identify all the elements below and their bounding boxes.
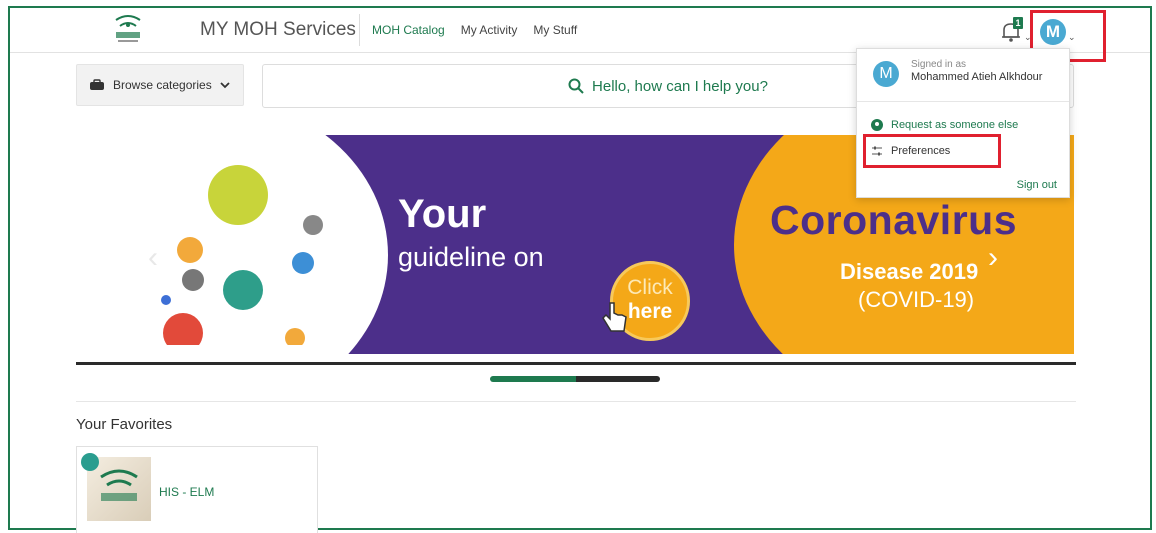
menu-divider xyxy=(857,101,1069,102)
avatar: M xyxy=(873,61,899,87)
top-header: MY MOH Services MOH Catalog My Activity … xyxy=(10,8,1150,62)
request-as-someone-else-item[interactable]: Request as someone else xyxy=(871,119,1018,131)
favorites-heading: Your Favorites xyxy=(76,416,173,433)
banner-subtitle: guideline on xyxy=(398,242,544,272)
nav-my-activity[interactable]: My Activity xyxy=(461,23,518,37)
favorite-label[interactable]: HIS - ELM xyxy=(159,485,214,499)
carousel-indicator[interactable] xyxy=(490,376,660,382)
moh-logo xyxy=(115,15,141,42)
notification-badge: 1 xyxy=(1013,17,1023,29)
banner-title: Your xyxy=(398,192,487,236)
top-nav: MOH Catalog My Activity My Stuff xyxy=(372,23,577,37)
nav-moh-catalog[interactable]: MOH Catalog xyxy=(372,23,445,37)
hand-cursor-icon xyxy=(602,302,627,332)
search-placeholder: Hello, how can I help you? xyxy=(592,77,768,95)
browse-categories-label: Browse categories xyxy=(113,78,212,92)
chevron-down-icon xyxy=(220,82,230,89)
carousel-dot-active[interactable] xyxy=(490,376,576,382)
sign-out-link[interactable]: Sign out xyxy=(1017,179,1057,191)
click-here-line1: Click xyxy=(627,276,673,299)
banner-covid: (COVID-19) xyxy=(858,287,975,312)
nav-my-stuff[interactable]: My Stuff xyxy=(533,23,577,37)
briefcase-icon xyxy=(90,79,104,90)
page-frame: MY MOH Services MOH Catalog My Activity … xyxy=(8,6,1152,533)
banner-underline xyxy=(76,362,1076,365)
banner-disease: Disease 2019 xyxy=(840,259,979,284)
virus-illustration xyxy=(161,165,323,345)
signed-in-label: Signed in as xyxy=(911,59,967,70)
favorite-badge-icon xyxy=(81,453,99,471)
user-name: Mohammed Atieh Alkhdour xyxy=(911,71,1043,83)
favorite-card[interactable]: HIS - ELM xyxy=(76,446,318,533)
search-icon xyxy=(568,78,584,94)
carousel-next-icon[interactable]: › xyxy=(988,241,998,275)
app-title: MY MOH Services xyxy=(200,19,356,40)
user-menu-dropdown: M Signed in as Mohammed Atieh Alkhdour R… xyxy=(856,48,1070,198)
carousel-prev-icon[interactable]: ‹ xyxy=(148,241,158,275)
request-label: Request as someone else xyxy=(891,119,1019,131)
user-circle-icon xyxy=(871,119,883,131)
highlight-box-preferences xyxy=(863,134,1001,168)
carousel-dot[interactable] xyxy=(576,376,660,382)
section-divider xyxy=(76,401,1076,402)
browse-categories-button[interactable]: Browse categories xyxy=(76,64,244,106)
banner-headline: Coronavirus xyxy=(770,197,1017,243)
header-divider xyxy=(359,14,360,46)
